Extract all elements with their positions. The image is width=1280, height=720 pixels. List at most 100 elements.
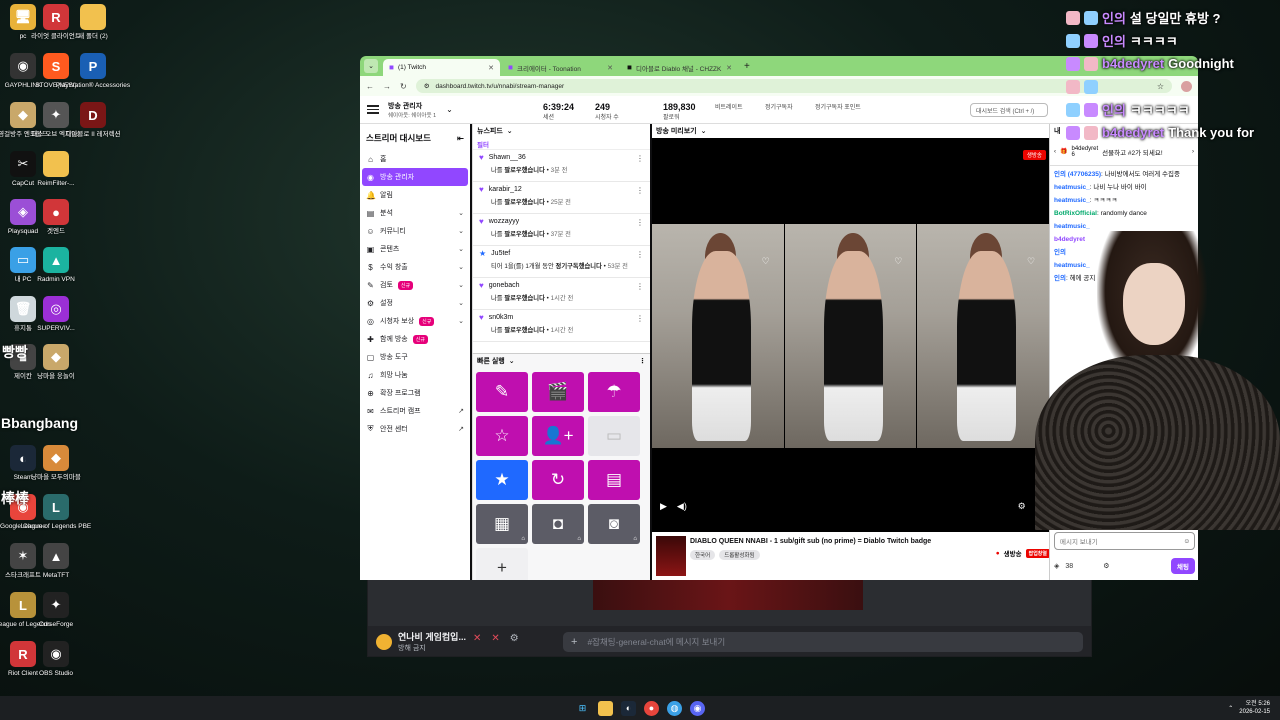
chat-send-button[interactable]: 채팅 (1171, 558, 1195, 574)
sidebar-item[interactable]: ♫ 희망 나눔 (360, 366, 470, 384)
quick-action-button[interactable]: ▤ (588, 460, 640, 500)
browser-tab[interactable]: ◼ 디아블로 Diablo 채널 - CHZZK ✕ (621, 59, 738, 76)
stream-tag[interactable]: 드롭활성화됨 (719, 550, 760, 560)
desktop-icon[interactable]: ● 겟엔드 (33, 199, 79, 236)
sidebar-item[interactable]: ☺ 커뮤니티 ⌄ (360, 222, 470, 240)
sidebar-item[interactable]: ◎ 시청자 보상 신규 ⌄ (360, 312, 470, 330)
quick-action-button[interactable]: ▭ (588, 416, 640, 456)
quick-action-button[interactable]: ↻ (532, 460, 584, 500)
desktop-icon[interactable]: ✦ CurseForge (33, 592, 79, 629)
quick-action-button[interactable]: + (476, 548, 528, 580)
sidebar-item[interactable]: ✚ 함께 방송 신규 (360, 330, 470, 348)
discord-user-panel[interactable]: 연나비 게임컴입... 방해 금지 (376, 630, 466, 653)
chat-username[interactable]: 인의 (47706235) (1054, 171, 1101, 178)
desktop-icon[interactable]: P PlayStation® Accessories (56, 53, 130, 90)
explorer-icon[interactable] (598, 700, 613, 716)
headset-muted-icon[interactable]: ✕ (491, 633, 499, 644)
feed-item[interactable]: ♥ wozzayyy 나를 팔로우했습니다 • 37분 전 ⋮ (473, 214, 650, 246)
channel-points-icon[interactable]: ◈ (1054, 562, 1059, 570)
chevron-right-icon[interactable]: › (1192, 149, 1194, 155)
feed-item[interactable]: ♥ gonebach 나를 팔로우했습니다 • 1시간 전 ⋮ (473, 278, 650, 310)
steam-icon[interactable]: ◐ (621, 700, 636, 716)
quick-action-button[interactable]: ▦ ⌂ (476, 504, 528, 544)
emote-icon[interactable]: ☺ (1183, 538, 1190, 545)
quick-action-button[interactable]: ◙ ⌂ (588, 504, 640, 544)
browser-tab[interactable]: ◼ 크리에이터 - Toonation ✕ (502, 59, 619, 76)
desktop-icon[interactable]: ◎ SUPERVIV... (33, 296, 79, 333)
discord-message-input[interactable]: + #잡채팅-general-chat에 메시지 보내기 (563, 632, 1083, 652)
discord-icon[interactable]: ◉ (690, 700, 705, 716)
chat-username[interactable]: heatmusic_ (1054, 197, 1090, 204)
chevron-left-icon[interactable]: ‹ (1054, 149, 1056, 155)
quick-action-button[interactable]: ✎ (476, 372, 528, 412)
quick-action-button[interactable]: ◘ ⌂ (532, 504, 584, 544)
chrome-icon[interactable]: ● (644, 700, 659, 716)
sidebar-item[interactable]: ✉ 스트리머 캠프 ↗ (360, 402, 470, 420)
play-icon[interactable]: ▶ (660, 501, 667, 512)
volume-icon[interactable]: ◀) (677, 501, 687, 512)
address-bar[interactable]: ⚙ dashboard.twitch.tv/u/nnabi/stream-man… (415, 79, 1172, 93)
sidebar-item[interactable]: ◉ 방송 관리자 (362, 168, 468, 186)
desktop-icon[interactable]: ▲ Radmin VPN (33, 247, 79, 284)
sidebar-item[interactable]: ⛨ 안전 센터 ↗ (360, 420, 470, 438)
collapse-icon[interactable]: ⇤ (457, 133, 464, 144)
sidebar-item[interactable]: ▣ 콘텐츠 ⌄ (360, 240, 470, 258)
forward-icon[interactable]: → (383, 82, 391, 91)
stream-preview-header[interactable]: 방송 미리보기 ⌄ (652, 124, 1058, 138)
desktop-icon[interactable]: ◆ 냥마을 모두의마블 (31, 445, 81, 482)
desktop-icon[interactable]: ▲ MetaTFT (33, 543, 79, 580)
desktop-icon[interactable]: 새 폴더 (2) (70, 4, 116, 41)
back-icon[interactable]: ← (366, 82, 374, 91)
close-icon[interactable]: ✕ (607, 64, 613, 72)
activity-feed-header[interactable]: 뉴스피드 ⌄ (473, 124, 650, 138)
more-icon[interactable]: ⋮ (636, 314, 644, 323)
settings-icon[interactable]: ⚙ (1103, 562, 1109, 570)
tray-icon[interactable]: ⌃ (1228, 705, 1233, 712)
gear-icon[interactable]: ⚙ (1018, 501, 1026, 512)
more-icon[interactable]: ⋮ (636, 218, 644, 227)
sidebar-item[interactable]: ⊕ 확장 프로그램 (360, 384, 470, 402)
feed-item[interactable]: ♥ sn0k3m 나를 팔로우했습니다 • 1시간 전 ⋮ (473, 310, 650, 342)
close-icon[interactable]: ✕ (488, 64, 494, 72)
tab-list-button[interactable]: ⌄ (364, 59, 378, 73)
more-icon[interactable]: ⋮ (636, 186, 644, 195)
feed-filter-button[interactable]: 필터 (473, 138, 650, 150)
more-icon[interactable]: ⋮ (636, 154, 644, 163)
gear-icon[interactable]: ⚙ (510, 633, 519, 644)
stream-tag[interactable]: 한국어 (690, 550, 716, 560)
quick-actions-header[interactable]: 빠른 실행 ⌄ ⋮ (473, 354, 650, 368)
chevron-down-icon[interactable]: ⌄ (446, 105, 453, 114)
quick-action-button[interactable]: ☂ (588, 372, 640, 412)
menu-icon[interactable] (366, 103, 380, 117)
plus-icon[interactable]: + (571, 636, 577, 648)
sidebar-item[interactable]: ⌂ 홈 (360, 150, 470, 168)
dashboard-search-input[interactable]: 대시보드 검색 (Ctrl + /) (970, 103, 1048, 117)
quick-action-button[interactable]: 👤+ (532, 416, 584, 456)
feed-item[interactable]: ♥ Shawn__36 나를 팔로우했습니다 • 3분 전 ⋮ (473, 150, 650, 182)
chat-username[interactable]: heatmusic_ (1054, 184, 1090, 191)
more-icon[interactable]: ⋮ (636, 282, 644, 291)
sidebar-item[interactable]: ▤ 분석 ⌄ (360, 204, 470, 222)
desktop-icon[interactable]: L League of Legends PBE (21, 494, 91, 531)
new-tab-button[interactable]: + (744, 61, 750, 72)
clock[interactable]: 오전 5:26 2026-02-15 (1239, 700, 1270, 716)
browser-tab[interactable]: ◼ (1) Twitch ✕ (383, 59, 500, 76)
feed-item[interactable]: ♥ karabir_12 나를 팔로우했습니다 • 25분 전 ⋮ (473, 182, 650, 214)
chat-message-input[interactable]: 메시지 보내기 ☺ (1054, 532, 1195, 550)
sidebar-item[interactable]: ✎ 검토 신규 ⌄ (360, 276, 470, 294)
channel-switcher[interactable]: 방송 관리자 쉐이아웃: 쉐이아웃 1 (388, 101, 436, 119)
start-icon[interactable]: ⊞ (575, 701, 590, 716)
more-icon[interactable]: ⋮ (636, 250, 644, 259)
popup-button[interactable]: 팝업창열 (1025, 548, 1050, 558)
quick-action-button[interactable]: ☆ (476, 416, 528, 456)
stream-title[interactable]: DIABLO QUEEN NNABI - 1 sub/gift sub (no … (690, 538, 931, 545)
site-info-icon[interactable]: ⚙ (424, 82, 430, 90)
more-icon[interactable]: ⋮ (639, 357, 646, 365)
desktop-icon[interactable]: ◆ 냥마을 웅놀이 (33, 344, 79, 381)
desktop-icon[interactable]: D 디아블로 II 레저렉션 (65, 102, 121, 139)
sidebar-item[interactable]: 🔔 알림 (360, 186, 470, 204)
feed-item[interactable]: ★ Ju5tef 티어 1을(를) 1개월 동안 정기구독했습니다 • 53분 전 ⋮ (473, 246, 650, 278)
sidebar-item[interactable]: ▢ 방송 도구 (360, 348, 470, 366)
close-icon[interactable]: ✕ (726, 64, 732, 72)
quick-action-button[interactable]: ★ (476, 460, 528, 500)
